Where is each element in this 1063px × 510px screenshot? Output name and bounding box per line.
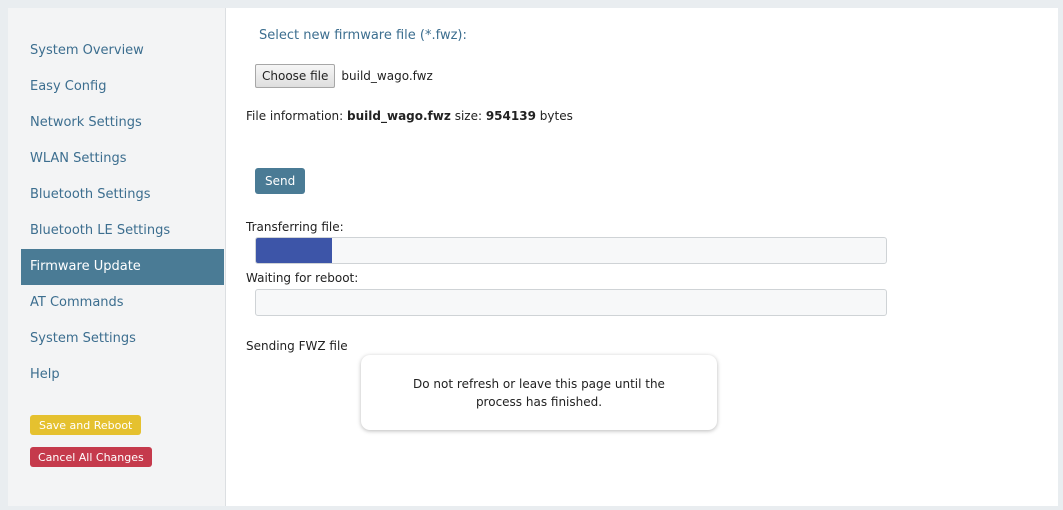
sidebar-nav: System Overview Easy Config Network Sett… (21, 33, 224, 393)
file-info-prefix: File information: (246, 109, 344, 123)
sidebar-item-at-commands[interactable]: AT Commands (21, 285, 224, 321)
file-size-unit: bytes (539, 109, 573, 123)
choose-file-button[interactable]: Choose file (255, 64, 336, 88)
sidebar-item-easy-config[interactable]: Easy Config (21, 69, 224, 105)
sidebar-item-bluetooth-le-settings[interactable]: Bluetooth LE Settings (21, 213, 224, 249)
transfer-progress-fill (256, 238, 332, 263)
sidebar-item-bluetooth-settings[interactable]: Bluetooth Settings (21, 177, 224, 213)
selected-file-name: build_wago.fwz (341, 69, 433, 83)
transferring-file-label: Transferring file: (246, 220, 344, 234)
notice-dialog: Do not refresh or leave this page until … (361, 355, 717, 430)
sidebar-item-firmware-update[interactable]: Firmware Update (21, 249, 224, 285)
sidebar-item-system-settings[interactable]: System Settings (21, 321, 224, 357)
app-frame: System Overview Easy Config Network Sett… (8, 8, 1058, 506)
file-picker: Choose file build_wago.fwz (255, 64, 433, 88)
send-button[interactable]: Send (255, 168, 306, 194)
sidebar-item-wlan-settings[interactable]: WLAN Settings (21, 141, 224, 177)
select-firmware-label: Select new firmware file (*.fwz): (259, 28, 467, 43)
sidebar-item-network-settings[interactable]: Network Settings (21, 105, 224, 141)
file-info-name: build_wago.fwz (347, 109, 451, 123)
main-content: Select new firmware file (*.fwz): Choose… (226, 8, 1058, 506)
sidebar-item-system-overview[interactable]: System Overview (21, 33, 224, 69)
transfer-progress-bar (255, 237, 887, 264)
sidebar-item-help[interactable]: Help (21, 357, 224, 393)
reboot-progress-bar (255, 289, 887, 316)
notice-text: Do not refresh or leave this page until … (413, 376, 665, 409)
save-and-reboot-button[interactable]: Save and Reboot (30, 415, 142, 435)
cancel-all-changes-button[interactable]: Cancel All Changes (30, 447, 152, 467)
waiting-reboot-label: Waiting for reboot: (246, 271, 359, 285)
sidebar: System Overview Easy Config Network Sett… (8, 8, 226, 506)
file-size-value: 954139 (485, 109, 536, 123)
file-information: File information: build_wago.fwz size: 9… (246, 109, 573, 123)
status-text: Sending FWZ file (246, 339, 348, 353)
file-size-prefix: size: (454, 109, 482, 123)
